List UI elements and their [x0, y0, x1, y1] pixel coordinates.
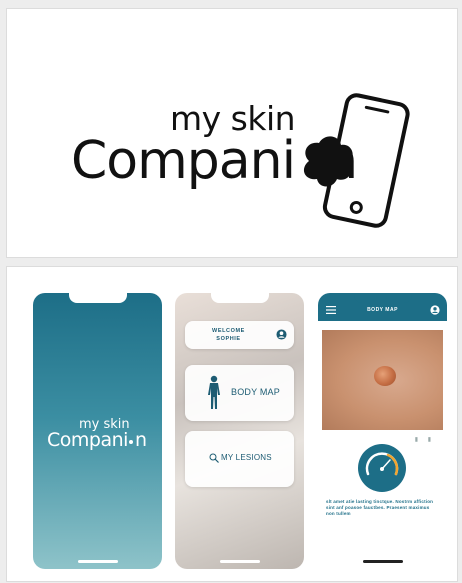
page: my skin Companin my skin Companin WELCOM… — [0, 0, 462, 583]
splash-logo-line-2-start: Compani — [47, 429, 128, 451]
welcome-text: WELCOME SOPHIE — [185, 327, 272, 343]
screens-card: my skin Compani n WELCOME SOPHIE BODY MA… — [6, 266, 458, 582]
splash-logo-dot — [128, 440, 133, 444]
home-indicator[interactable] — [362, 560, 403, 563]
welcome-card[interactable]: WELCOME SOPHIE — [185, 321, 294, 349]
logo-card: my skin Companin — [6, 8, 458, 258]
welcome-line-1: WELCOME — [212, 328, 245, 334]
phone-screen-splash: my skin Compani n — [33, 293, 162, 569]
phone-screen-body-map: BODY MAP ▮ ▮ slt amet atie lasting tinct… — [318, 293, 447, 569]
my-lesions-label: MY LESIONS — [221, 453, 272, 462]
photo-tools[interactable]: ▮ ▮ — [415, 436, 435, 443]
user-icon[interactable] — [430, 305, 440, 315]
search-icon — [209, 453, 219, 463]
notch — [68, 293, 127, 303]
lesion-spot — [374, 366, 396, 386]
logo-line-2-start: Compani — [71, 131, 296, 191]
my-lesions-button[interactable]: MY LESIONS — [185, 431, 294, 487]
gauge-icon — [358, 444, 406, 492]
user-icon[interactable] — [276, 329, 287, 340]
home-indicator[interactable] — [219, 560, 260, 563]
phone-icon — [303, 93, 410, 228]
lesion-description: slt amet atie lasting tinctque. Nostrm a… — [326, 499, 434, 516]
splash-logo-line-2-end: n — [134, 429, 147, 451]
phone-screen-home: WELCOME SOPHIE BODY MAP MY LESIONS — [175, 293, 304, 569]
header-title: BODY MAP — [367, 307, 398, 313]
notch — [353, 293, 412, 303]
welcome-user-name: SOPHIE — [216, 336, 241, 342]
lesion-photo[interactable] — [322, 330, 443, 430]
body-map-label: BODY MAP — [231, 387, 280, 397]
home-indicator[interactable] — [77, 560, 118, 563]
splash-logo-line-2: Compani n — [47, 429, 147, 451]
person-icon — [208, 375, 220, 409]
notch — [210, 293, 269, 303]
body-map-button[interactable]: BODY MAP — [185, 365, 294, 421]
